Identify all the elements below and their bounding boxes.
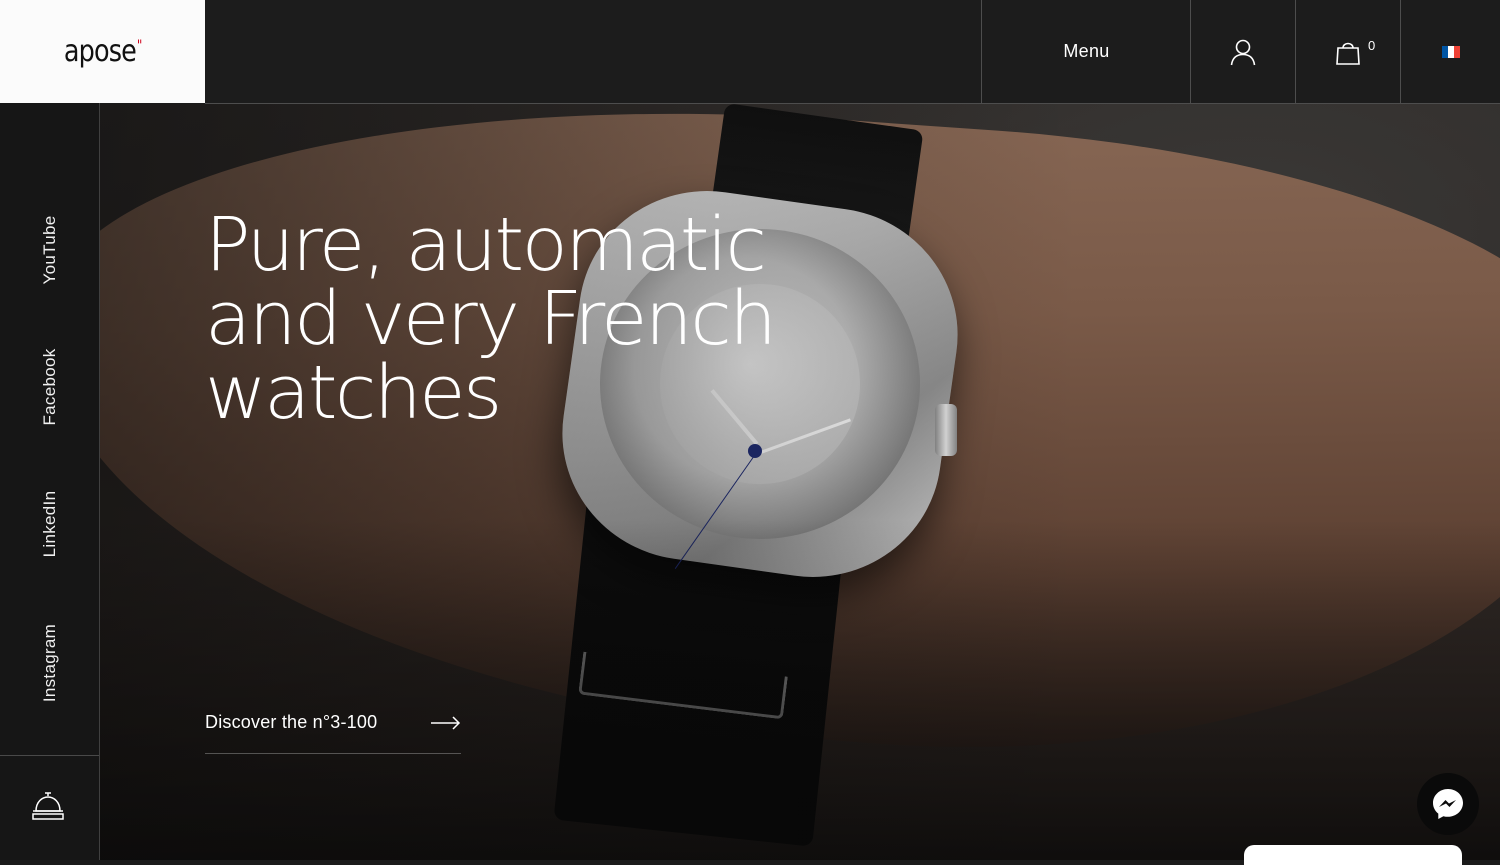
shopping-bag-icon: [1336, 42, 1360, 65]
messenger-chat-button[interactable]: [1417, 773, 1479, 835]
messenger-icon: [1433, 789, 1463, 819]
logo-link[interactable]: apose": [0, 0, 205, 103]
bottom-popup-tab[interactable]: [1244, 845, 1462, 865]
service-bell-icon: [32, 792, 64, 820]
social-link-instagram[interactable]: Instagram: [40, 624, 60, 702]
menu-button[interactable]: Menu: [981, 0, 1191, 103]
menu-label: Menu: [1063, 41, 1110, 61]
account-button[interactable]: [1190, 0, 1295, 103]
social-link-linkedin[interactable]: LinkedIn: [40, 491, 60, 558]
social-link-youtube[interactable]: YouTube: [40, 216, 60, 285]
logo-accent: ": [136, 38, 143, 54]
top-navigation: Menu 0: [205, 0, 1500, 104]
discover-label: Discover the n°3-100: [205, 712, 378, 732]
logo-wordmark: apose: [63, 34, 137, 69]
sidebar-divider: [0, 755, 99, 756]
arrow-right-icon: [431, 715, 461, 730]
france-flag-icon: [1442, 45, 1460, 58]
cart-count: 0: [1368, 38, 1376, 53]
social-sidebar: YouTube Facebook LinkedIn Instagram: [0, 103, 100, 860]
headline-line-2: and very French: [205, 276, 777, 362]
logo: apose": [63, 34, 143, 69]
concierge-button[interactable]: [31, 791, 65, 828]
social-link-facebook[interactable]: Facebook: [40, 348, 60, 425]
cart-button[interactable]: 0: [1295, 0, 1400, 103]
discover-link[interactable]: Discover the n°3-100: [205, 700, 461, 754]
hero-headline: Pure, automatic and very French watches: [205, 202, 777, 436]
user-icon: [1230, 39, 1256, 65]
language-selector[interactable]: [1400, 0, 1500, 103]
headline-line-1: Pure, automatic: [205, 202, 767, 288]
headline-line-3: watches: [205, 350, 502, 436]
